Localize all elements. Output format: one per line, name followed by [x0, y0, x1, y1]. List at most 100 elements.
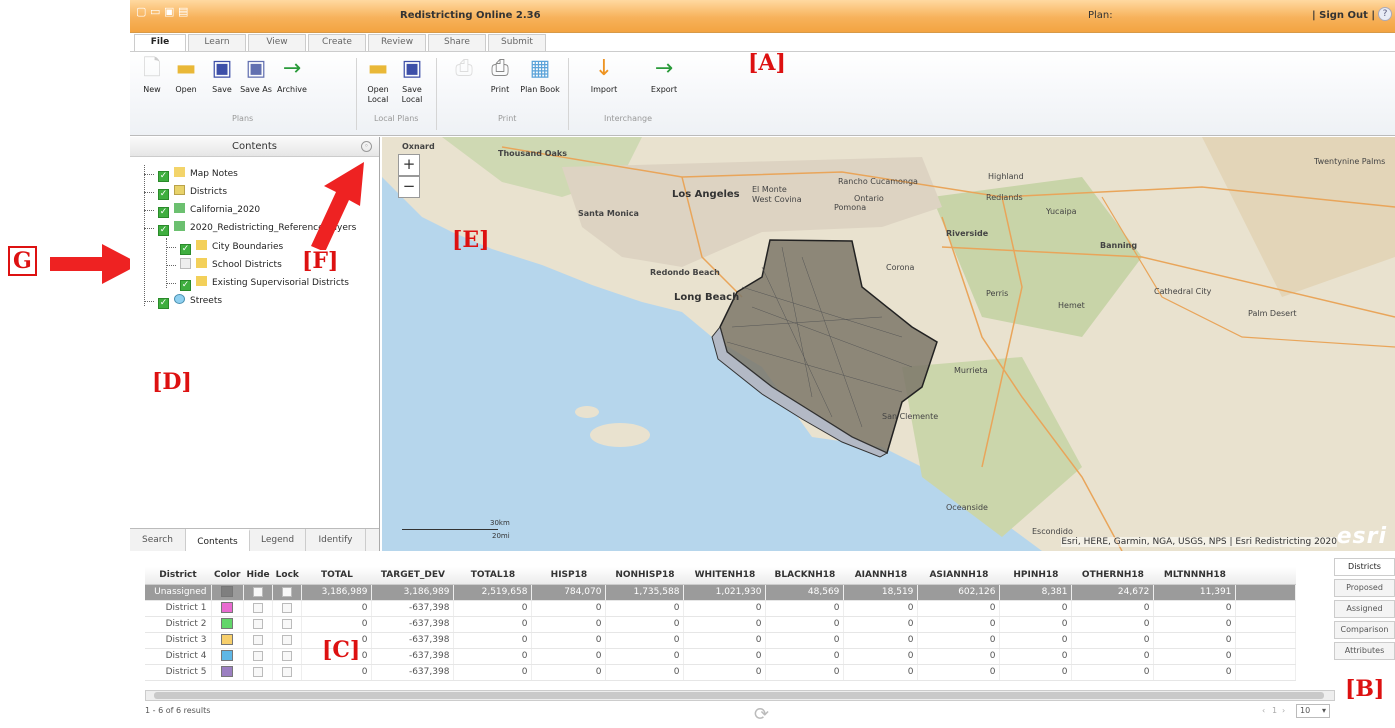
- scrollbar-thumb[interactable]: [154, 692, 1324, 699]
- page-number[interactable]: 1: [1272, 706, 1277, 715]
- col-hisp18[interactable]: HISP18: [531, 567, 606, 585]
- lock-checkbox[interactable]: [282, 602, 293, 613]
- collapse-panel-icon[interactable]: ◦: [361, 141, 372, 152]
- checkbox-checked-icon[interactable]: ✓: [180, 244, 191, 255]
- col-whitenh18[interactable]: WHITENH18: [683, 567, 766, 585]
- col-lock[interactable]: Lock: [272, 567, 302, 585]
- table-row[interactable]: District 3 0 -637,398 0 0 0 0 0 0 0 0 0 0: [145, 632, 1297, 649]
- table-row[interactable]: District 2 0 -637,398 0 0 0 0 0 0 0 0 0 0: [145, 616, 1297, 633]
- color-swatch[interactable]: [221, 666, 234, 677]
- zoom-out-button[interactable]: −: [398, 176, 420, 198]
- tab-review[interactable]: Review: [368, 34, 426, 51]
- help-icon[interactable]: ?: [1378, 7, 1392, 21]
- page-size-select[interactable]: 10 ▾: [1296, 704, 1330, 718]
- map-view[interactable]: + − Oxnard Thousand Oaks Los Angeles El …: [382, 137, 1395, 551]
- col-target-dev[interactable]: TARGET_DEV: [371, 567, 454, 585]
- table-row[interactable]: District 4 0 -637,398 0 0 0 0 0 0 0 0 0 0: [145, 648, 1297, 665]
- col-asiannh18[interactable]: ASIANNH18: [917, 567, 1000, 585]
- tab-attributes[interactable]: Attributes: [1334, 642, 1395, 660]
- color-swatch[interactable]: [221, 650, 234, 661]
- color-swatch[interactable]: [221, 602, 234, 613]
- tab-assigned[interactable]: Assigned: [1334, 600, 1395, 618]
- checkbox-checked-icon[interactable]: ✓: [180, 280, 191, 291]
- import-button[interactable]: ↓ Import: [584, 56, 624, 95]
- print-label: Print: [490, 85, 510, 94]
- col-othernh18[interactable]: OTHERNH18: [1071, 567, 1154, 585]
- layer-supervisorial-districts[interactable]: ✓ Existing Supervisorial Districts: [180, 274, 349, 292]
- layer-label: City Boundaries: [212, 242, 284, 252]
- sign-out-link[interactable]: | Sign Out |: [1312, 10, 1375, 21]
- col-district[interactable]: District: [145, 567, 211, 585]
- lock-checkbox[interactable]: [282, 650, 293, 661]
- col-blacknh18[interactable]: BLACKNH18: [765, 567, 844, 585]
- tab-districts[interactable]: Districts: [1334, 558, 1395, 576]
- col-hide[interactable]: Hide: [243, 567, 273, 585]
- save-local-button[interactable]: ▣ Save Local: [392, 56, 432, 105]
- layer-districts[interactable]: ✓ Districts: [158, 183, 227, 201]
- checkbox-checked-icon[interactable]: ✓: [158, 298, 169, 309]
- map-label: Escondido: [1032, 527, 1073, 536]
- layer-school-districts[interactable]: School Districts: [180, 256, 282, 274]
- tab-share[interactable]: Share: [428, 34, 486, 51]
- open-button[interactable]: ▬ Open: [166, 56, 206, 95]
- col-hpinh18[interactable]: HPINH18: [999, 567, 1072, 585]
- col-mltnnnh18[interactable]: MLTNNNH18: [1153, 567, 1236, 585]
- tab-legend[interactable]: Legend: [250, 529, 306, 551]
- hide-checkbox[interactable]: [253, 650, 264, 661]
- color-swatch[interactable]: [221, 634, 234, 645]
- col-total[interactable]: TOTAL: [301, 567, 372, 585]
- tab-identify[interactable]: Identify: [306, 529, 366, 551]
- lock-checkbox[interactable]: [282, 618, 293, 629]
- tab-comparison[interactable]: Comparison: [1334, 621, 1395, 639]
- hide-checkbox[interactable]: [253, 634, 264, 645]
- hide-checkbox[interactable]: [253, 618, 264, 629]
- page-prev-icon[interactable]: ‹: [1262, 706, 1265, 715]
- layer-city-boundaries[interactable]: ✓ City Boundaries: [180, 238, 283, 256]
- lock-checkbox[interactable]: [282, 634, 293, 645]
- color-swatch[interactable]: [221, 586, 234, 597]
- hide-checkbox[interactable]: [253, 602, 264, 613]
- tab-view[interactable]: View: [248, 34, 306, 51]
- hide-checkbox[interactable]: [253, 586, 264, 597]
- layer-streets[interactable]: ✓ Streets: [158, 292, 222, 310]
- save-quick-icon[interactable]: ▣: [164, 6, 176, 18]
- checkbox-checked-icon[interactable]: ✓: [158, 225, 169, 236]
- checkbox-unchecked-icon[interactable]: [180, 258, 191, 269]
- table-row[interactable]: District 5 0 -637,398 0 0 0 0 0 0 0 0 0 0: [145, 664, 1297, 681]
- tab-contents[interactable]: Contents: [186, 529, 250, 551]
- col-aiannh18[interactable]: AIANNH18: [843, 567, 918, 585]
- new-quick-icon[interactable]: ▢: [136, 6, 148, 18]
- checkbox-checked-icon[interactable]: ✓: [158, 171, 169, 182]
- lock-checkbox[interactable]: [282, 586, 293, 597]
- export-button[interactable]: → Export: [644, 56, 684, 95]
- tab-create[interactable]: Create: [308, 34, 366, 51]
- page-next-icon[interactable]: ›: [1282, 706, 1285, 715]
- tab-file[interactable]: File: [134, 34, 186, 52]
- print-button[interactable]: ⎙ Print: [480, 56, 520, 95]
- col-nonhisp18[interactable]: NONHISP18: [605, 567, 684, 585]
- col-color[interactable]: Color: [211, 567, 244, 585]
- table-row[interactable]: District 1 0 -637,398 0 0 0 0 0 0 0 0 0 0: [145, 600, 1297, 617]
- lock-checkbox[interactable]: [282, 666, 293, 677]
- table-row[interactable]: Unassigned 3,186,989 3,186,989 2,519,658 784…: [145, 584, 1297, 601]
- tab-proposed[interactable]: Proposed: [1334, 579, 1395, 597]
- save-as-quick-icon[interactable]: ▤: [178, 6, 190, 18]
- archive-button[interactable]: → Archive: [272, 56, 312, 95]
- zoom-in-button[interactable]: +: [398, 154, 420, 176]
- tree-line: [144, 174, 154, 175]
- tab-submit[interactable]: Submit: [488, 34, 546, 51]
- hide-checkbox[interactable]: [253, 666, 264, 677]
- plan-book-button[interactable]: ▦ Plan Book: [520, 56, 560, 95]
- save-as-button[interactable]: ▣ Save As: [236, 56, 276, 95]
- layer-map-notes[interactable]: ✓ Map Notes: [158, 165, 238, 183]
- color-swatch[interactable]: [221, 618, 234, 629]
- checkbox-checked-icon[interactable]: ✓: [158, 189, 169, 200]
- tab-learn[interactable]: Learn: [188, 34, 246, 51]
- layer-california-2020[interactable]: ✓ California_2020: [158, 201, 260, 219]
- refresh-icon[interactable]: ⟳: [754, 704, 769, 725]
- col-total18[interactable]: TOTAL18: [453, 567, 532, 585]
- open-quick-icon[interactable]: ▭: [150, 6, 162, 18]
- horizontal-scrollbar[interactable]: [145, 690, 1335, 701]
- tab-search[interactable]: Search: [130, 529, 186, 551]
- checkbox-checked-icon[interactable]: ✓: [158, 207, 169, 218]
